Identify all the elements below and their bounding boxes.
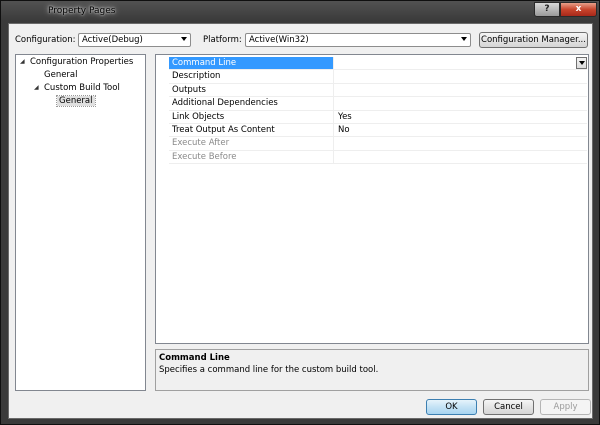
grid-row-value[interactable]: No xyxy=(335,124,585,136)
platform-dropdown[interactable]: Active(Win32) xyxy=(245,33,471,47)
grid-row-name: Command Line xyxy=(169,57,334,70)
configuration-dropdown[interactable]: Active(Debug) xyxy=(78,33,191,47)
configuration-value: Active(Debug) xyxy=(82,35,143,45)
description-text: Specifies a command line for the custom … xyxy=(159,365,379,375)
chevron-down-icon xyxy=(579,61,585,65)
property-pages-window: Property Pages ? x Configuration: Active… xyxy=(0,0,600,425)
close-button[interactable]: x xyxy=(560,2,597,17)
description-panel: Command Line Specifies a command line fo… xyxy=(155,349,589,391)
configuration-label: Configuration: xyxy=(15,35,76,45)
cancel-button[interactable]: Cancel xyxy=(483,399,534,415)
grid-row-command-line[interactable]: Command Line xyxy=(169,57,587,71)
expanded-triangle-icon[interactable]: ◢ xyxy=(34,84,39,91)
grid-row-name: Outputs xyxy=(169,83,334,97)
property-grid: Command Line Description Outputs Additio… xyxy=(155,54,589,344)
grid-row-outputs[interactable]: Outputs xyxy=(169,83,587,98)
grid-row-additional-dependencies[interactable]: Additional Dependencies xyxy=(169,97,587,111)
description-title: Command Line xyxy=(159,353,230,363)
property-tree[interactable]: ◢ Configuration Properties General ◢ Cus… xyxy=(15,54,146,391)
grid-row-value[interactable] xyxy=(335,70,585,82)
chevron-down-icon xyxy=(461,37,467,41)
grid-row-value[interactable] xyxy=(335,57,585,69)
grid-row-name: Additional Dependencies xyxy=(169,97,334,110)
grid-row-value[interactable] xyxy=(335,151,585,163)
ok-button[interactable]: OK xyxy=(426,399,477,415)
grid-row-name: Link Objects xyxy=(169,110,334,123)
grid-row-treat-output-as-content[interactable]: Treat Output As Content No xyxy=(169,124,587,138)
grid-row-description[interactable]: Description xyxy=(169,70,587,84)
help-button[interactable]: ? xyxy=(534,2,560,17)
grid-row-value[interactable] xyxy=(335,97,585,109)
platform-label: Platform: xyxy=(203,35,242,45)
apply-button[interactable]: Apply xyxy=(540,399,591,415)
chevron-down-icon xyxy=(181,37,187,41)
platform-value: Active(Win32) xyxy=(249,35,309,45)
tree-item-custom-build-general[interactable]: General xyxy=(56,95,96,107)
tree-item-general[interactable]: General xyxy=(44,70,78,80)
grid-row-value[interactable]: Yes xyxy=(335,111,585,123)
grid-row-name: Execute Before xyxy=(169,150,334,164)
grid-row-execute-after[interactable]: Execute After xyxy=(169,137,587,151)
dialog-client-area: Configuration: Active(Debug) Platform: A… xyxy=(8,23,593,419)
configuration-manager-button[interactable]: Configuration Manager... xyxy=(479,32,588,48)
command-line-dropdown-button[interactable] xyxy=(576,57,587,69)
window-title: Property Pages xyxy=(48,6,116,16)
expanded-triangle-icon[interactable]: ◢ xyxy=(20,58,25,65)
grid-row-name: Treat Output As Content xyxy=(169,124,334,137)
tree-item-configuration-properties[interactable]: Configuration Properties xyxy=(30,57,133,67)
title-bar[interactable]: Property Pages ? x xyxy=(1,1,599,23)
grid-row-execute-before[interactable]: Execute Before xyxy=(169,150,587,165)
grid-row-name: Description xyxy=(169,70,334,83)
grid-row-value[interactable] xyxy=(335,84,585,96)
grid-row-value[interactable] xyxy=(335,137,585,149)
grid-row-name: Execute After xyxy=(169,137,334,150)
tree-item-custom-build-tool[interactable]: Custom Build Tool xyxy=(44,83,120,93)
grid-row-link-objects[interactable]: Link Objects Yes xyxy=(169,110,587,124)
